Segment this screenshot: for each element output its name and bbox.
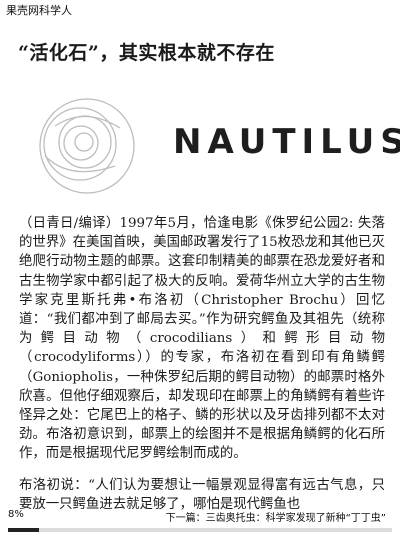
- nautilus-logo: NAUTILUS: [25, 96, 400, 196]
- nautilus-spiral-icon: [39, 98, 135, 194]
- article-paragraph: （日青日/编译）1997年5月，恰逢电影《侏罗纪公园2: 失落的世界》在美国首映…: [19, 216, 385, 462]
- article-title: “活化石”，其实根本就不存在: [18, 42, 275, 64]
- next-article-link[interactable]: 下一篇：三齿奥托虫：科学家发现了新种“丁丁虫”: [166, 509, 386, 524]
- source-label: 果壳网科学人: [6, 4, 72, 17]
- progress-percent: 8%: [8, 509, 24, 520]
- article-body: （日青日/编译）1997年5月，恰逢电影《侏罗纪公园2: 失落的世界》在美国首映…: [19, 214, 385, 526]
- progress-bar[interactable]: [8, 528, 392, 532]
- reader-footer: 8% 下一篇：三齿奥托虫：科学家发现了新种“丁丁虫”: [0, 507, 400, 540]
- logo-wordmark: NAUTILUS: [173, 122, 400, 162]
- progress-bar-fill: [8, 528, 39, 532]
